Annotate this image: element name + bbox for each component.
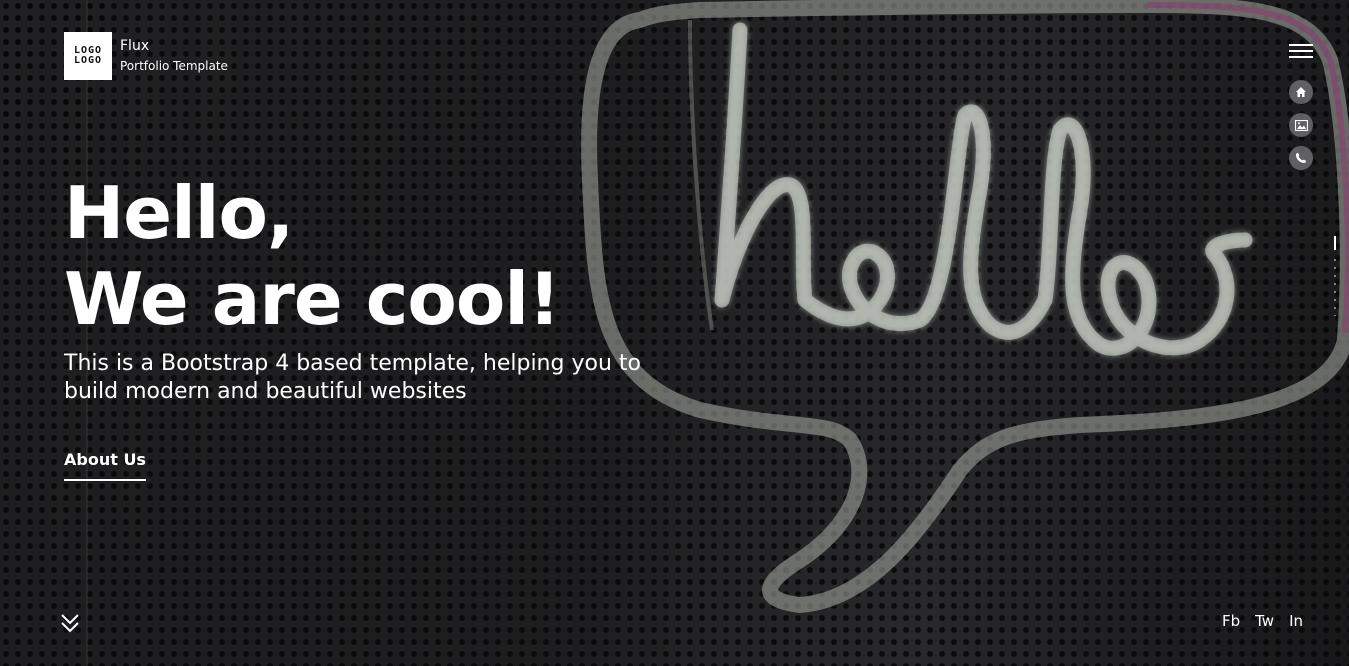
linkedin-link[interactable]: In [1289, 612, 1303, 630]
hamburger-icon-bar [1289, 56, 1313, 58]
hero-content: Hello, We are cool! This is a Bootstrap … [64, 170, 664, 481]
nav-contact-button[interactable] [1289, 146, 1313, 170]
brand[interactable]: LOGO LOGO Flux Portfolio Template [64, 32, 228, 80]
headline-line-2: We are cool! [64, 257, 561, 341]
scroll-indicator-thumb [1334, 236, 1336, 250]
image-icon [1294, 119, 1308, 131]
home-icon [1296, 87, 1306, 97]
brand-text: Flux Portfolio Template [120, 32, 228, 74]
side-nav [1289, 80, 1313, 179]
neon-hello-lettering [714, 22, 1253, 356]
scroll-indicator[interactable] [1334, 236, 1336, 316]
facebook-link[interactable]: Fb [1222, 612, 1240, 630]
site-tagline: Portfolio Template [120, 59, 228, 73]
hamburger-icon-bar [1289, 44, 1313, 46]
scroll-down-button[interactable] [60, 612, 80, 634]
logo-line-2: LOGO [73, 55, 103, 66]
neon-mount-wire [688, 19, 714, 331]
about-us-link[interactable]: About Us [64, 450, 146, 481]
phone-icon [1296, 153, 1306, 163]
nav-gallery-button[interactable] [1289, 113, 1313, 137]
menu-button[interactable] [1289, 44, 1313, 60]
headline-line-1: Hello, [64, 171, 294, 255]
hero-headline: Hello, We are cool! [64, 170, 664, 342]
scroll-indicator-dots [1334, 256, 1336, 316]
hamburger-icon-bar [1289, 50, 1313, 52]
chevron-double-down-icon [61, 614, 79, 633]
logo[interactable]: LOGO LOGO [64, 32, 112, 80]
neon-bubble-outline [581, 0, 1349, 613]
hero-lead: This is a Bootstrap 4 based template, he… [64, 351, 641, 404]
nav-home-button[interactable] [1289, 80, 1313, 104]
social-links: Fb Tw In [1222, 612, 1303, 630]
hero-section: LOGO LOGO Flux Portfolio Template Hello,… [0, 0, 1349, 666]
site-name: Flux [120, 38, 150, 54]
twitter-link[interactable]: Tw [1255, 612, 1274, 630]
